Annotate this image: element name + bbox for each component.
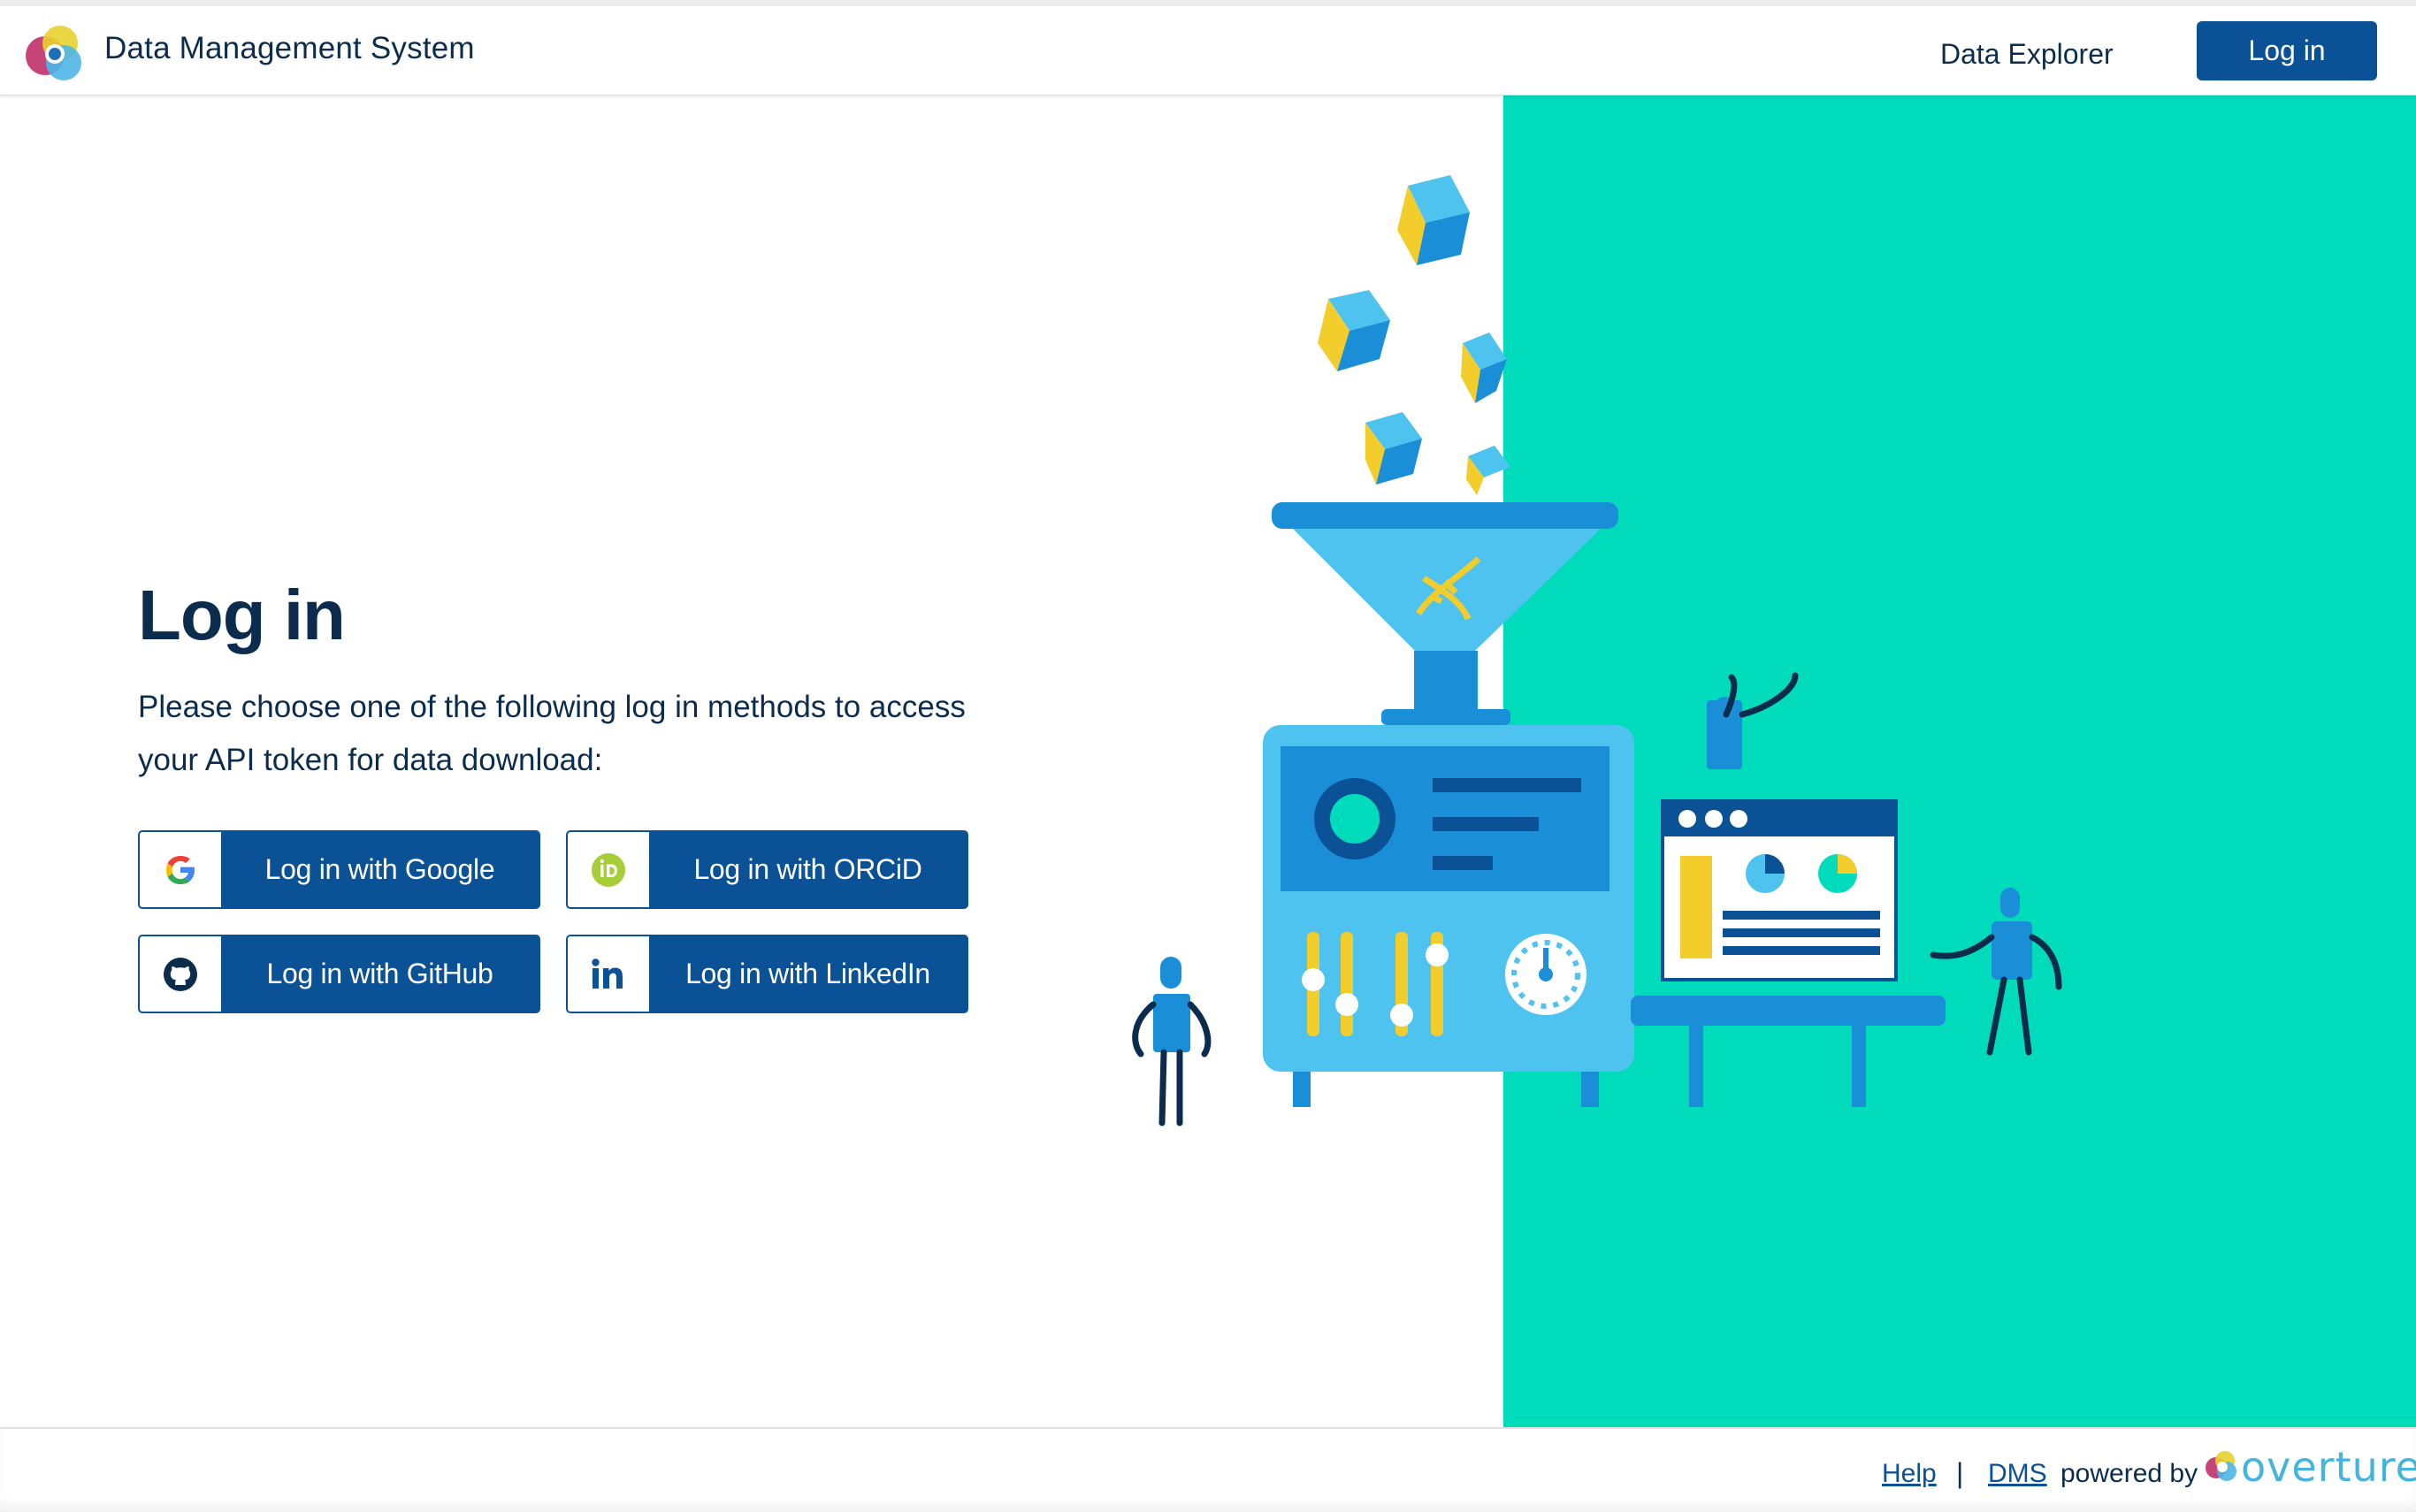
page-title: Log in [138,576,346,654]
cube-icon [1318,290,1390,371]
linkedin-icon [592,958,623,989]
person-icon [1930,888,2062,1056]
funnel-rim [1272,502,1618,529]
footer-separator: | [1956,1457,1964,1489]
cube-icon [1397,175,1470,265]
overture-brand[interactable]: overture [2241,1443,2416,1491]
login-orcid-label: Log in with ORCiD [693,853,922,885]
github-icon [164,957,197,991]
footer-help-link[interactable]: Help [1882,1459,1937,1489]
footer-powered-by: powered by [2060,1459,2198,1488]
footer-dms-link[interactable]: DMS [1988,1459,2047,1489]
funnel-cone [1293,529,1601,651]
top-header: Data Management System Data Explorer Log… [0,6,2416,95]
gauge-icon [1505,934,1586,1015]
login-google-button[interactable]: Log in with Google [138,830,540,909]
overture-logo-icon[interactable] [2204,1448,2239,1484]
login-linkedin-button[interactable]: Log in with LinkedIn [566,935,968,1013]
dms-logo-icon[interactable] [21,20,87,86]
login-github-button[interactable]: Log in with GitHub [138,935,540,1013]
header-login-button[interactable]: Log in [2197,21,2377,80]
login-linkedin-label: Log in with LinkedIn [685,958,930,989]
dashboard-window [1661,799,1898,981]
orcid-icon [592,852,625,887]
google-icon [166,855,195,884]
page-footer: Help | DMS powered by overture [0,1427,2416,1512]
nav-data-explorer[interactable]: Data Explorer [1940,38,2114,71]
login-google-label: Log in with Google [264,853,495,885]
conveyor-table [1631,996,1946,1026]
cube-icon [1365,412,1422,485]
funnel-neck [1414,651,1478,714]
data-factory-illustration [1132,175,2062,1126]
cube-icon [1461,332,1507,403]
window-top-edge [0,0,2416,6]
person-icon [1707,672,1799,769]
app-title[interactable]: Data Management System [104,31,475,66]
person-icon [1132,957,1212,1126]
login-orcid-button[interactable]: Log in with ORCiD [566,830,968,909]
login-instructions: Please choose one of the following log i… [138,690,966,777]
cube-icon [1466,446,1510,495]
login-github-label: Log in with GitHub [266,958,493,989]
